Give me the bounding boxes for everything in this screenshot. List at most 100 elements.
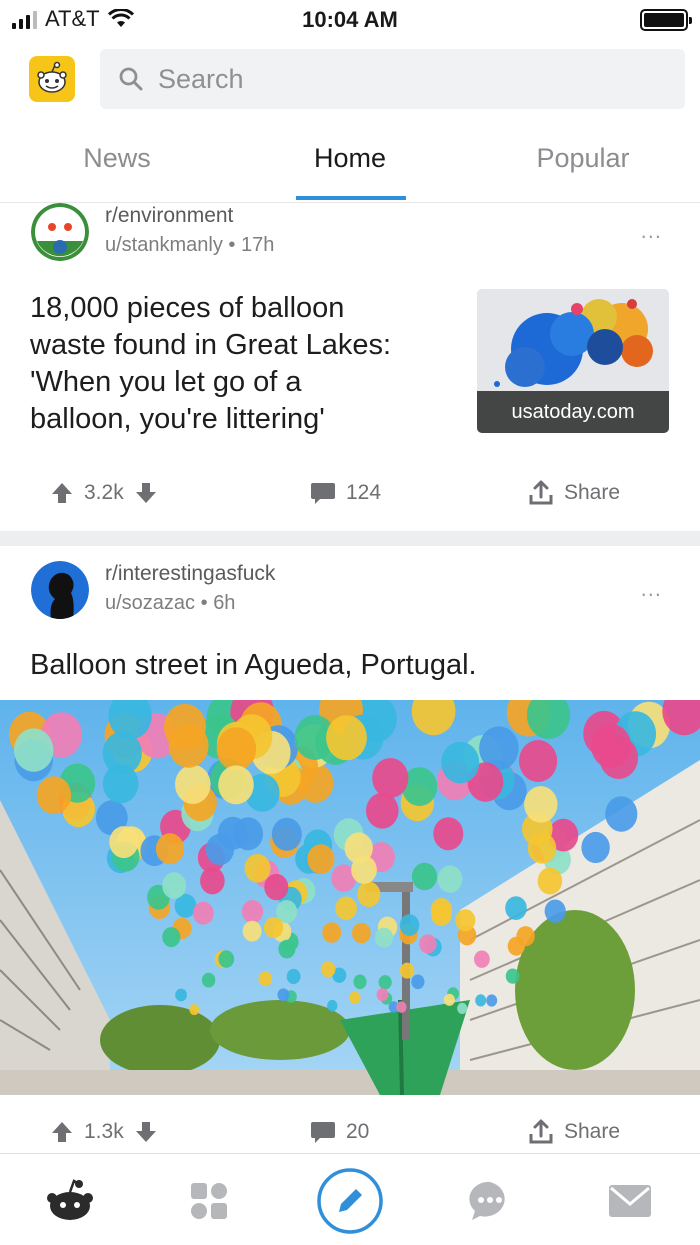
balloon <box>277 988 290 1002</box>
post-meta: u/sozazac • 6h <box>105 592 235 615</box>
balloon <box>344 832 373 864</box>
balloon <box>519 740 558 782</box>
share-icon <box>529 480 553 505</box>
subreddit-name[interactable]: r/interestingasfuck <box>105 562 275 586</box>
balloon <box>307 844 335 874</box>
link-domain: usatoday.com <box>477 391 669 433</box>
balloon <box>411 974 425 990</box>
downvote-icon[interactable] <box>134 481 158 505</box>
balloon <box>399 914 420 936</box>
tab-news[interactable]: News <box>17 143 217 174</box>
title-line: balloon, you're littering' <box>30 403 325 435</box>
vote-controls: 3.2k <box>50 473 158 513</box>
clock: 10:04 AM <box>302 7 398 32</box>
balloon <box>175 988 188 1002</box>
balloon <box>475 994 487 1007</box>
balloon <box>271 817 302 851</box>
snoo-logo-icon[interactable] <box>29 56 75 102</box>
title-line: 18,000 pieces of balloon <box>30 292 345 324</box>
comments-button[interactable]: 124 <box>310 473 381 513</box>
balloon <box>218 765 254 805</box>
balloon <box>286 968 301 985</box>
balloon <box>419 934 437 954</box>
comments-button[interactable]: 20 <box>310 1112 369 1152</box>
balloon <box>505 968 520 984</box>
balloon <box>441 741 480 784</box>
balloon <box>216 727 257 771</box>
chat-icon[interactable] <box>455 1166 525 1236</box>
app-header <box>0 42 700 118</box>
reddit-alien-icon[interactable] <box>35 1166 105 1236</box>
search-input[interactable] <box>158 63 638 95</box>
balloon <box>524 786 558 823</box>
post-age: 6h <box>213 592 236 614</box>
share-label: Share <box>564 481 621 504</box>
balloon <box>278 939 296 959</box>
balloon <box>322 922 342 943</box>
balloon <box>399 962 415 979</box>
balloon <box>457 1002 468 1014</box>
balloon <box>326 715 367 761</box>
upvote-icon[interactable] <box>50 481 74 505</box>
tab-home[interactable]: Home <box>250 143 450 174</box>
balloon <box>516 926 535 947</box>
share-button[interactable]: Share <box>528 473 620 513</box>
subreddit-avatar[interactable] <box>31 561 89 619</box>
balloon <box>205 834 234 865</box>
balloon <box>335 896 357 921</box>
balloon <box>244 854 271 883</box>
share-label: Share <box>564 1120 621 1143</box>
balloon <box>162 927 181 948</box>
balloon <box>599 736 638 779</box>
balloon <box>537 867 563 895</box>
balloon <box>242 920 262 942</box>
balloon <box>218 950 235 968</box>
post-actions: 3.2k 124 Share <box>0 473 700 513</box>
post-divider <box>0 531 700 546</box>
more-options-icon[interactable]: ... <box>641 576 662 602</box>
balloon <box>352 922 371 944</box>
balloon <box>175 764 211 804</box>
balloon <box>376 988 389 1002</box>
balloon <box>201 972 216 988</box>
link-thumbnail[interactable]: usatoday.com <box>477 289 669 433</box>
balloon <box>505 896 527 920</box>
balloon <box>192 901 214 925</box>
subreddit-name[interactable]: r/environment <box>105 204 233 228</box>
post-card[interactable]: r/environment u/stankmanly • 17h ... 18,… <box>0 203 700 531</box>
post-meta: u/stankmanly • 17h <box>105 234 274 257</box>
comment-count: 124 <box>346 481 382 504</box>
upvote-icon[interactable] <box>50 1120 74 1144</box>
tab-popular[interactable]: Popular <box>483 143 683 174</box>
search-icon <box>119 67 143 91</box>
post-title[interactable]: Balloon street in Agueda, Portugal. <box>30 647 477 684</box>
balloon-street-photo[interactable] <box>0 700 700 1095</box>
author[interactable]: u/stankmanly <box>105 234 223 256</box>
balloon <box>396 1001 407 1013</box>
comment-icon <box>311 1122 335 1143</box>
post-title[interactable]: 18,000 pieces of balloon waste found in … <box>30 290 391 438</box>
balloon <box>378 975 392 990</box>
balloon <box>349 991 361 1005</box>
more-options-icon[interactable]: ... <box>641 218 662 244</box>
subreddit-avatar[interactable] <box>31 203 89 261</box>
mail-icon[interactable] <box>595 1166 665 1236</box>
balloon <box>443 993 455 1006</box>
apps-grid-icon[interactable] <box>174 1166 244 1236</box>
title-line: waste found in Great Lakes: <box>30 329 392 361</box>
search-bar[interactable] <box>100 49 685 109</box>
meta-separator: • <box>200 592 214 614</box>
share-button[interactable]: Share <box>528 1112 620 1152</box>
author[interactable]: u/sozazac <box>105 592 195 614</box>
balloon <box>263 916 284 939</box>
balloon <box>155 833 185 865</box>
downvote-icon[interactable] <box>134 1120 158 1144</box>
create-post-icon[interactable] <box>315 1166 385 1236</box>
balloon <box>437 865 463 893</box>
balloon <box>474 950 490 968</box>
balloon <box>486 994 498 1007</box>
balloon <box>36 776 72 814</box>
balloon <box>375 927 394 948</box>
bottom-nav <box>0 1153 700 1245</box>
comment-icon <box>311 483 335 504</box>
